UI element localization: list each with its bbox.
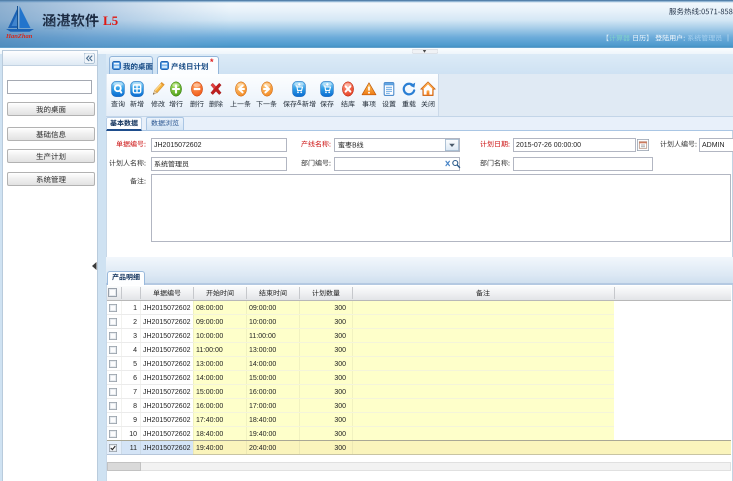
svg-text:HanZhan: HanZhan [5,33,33,39]
